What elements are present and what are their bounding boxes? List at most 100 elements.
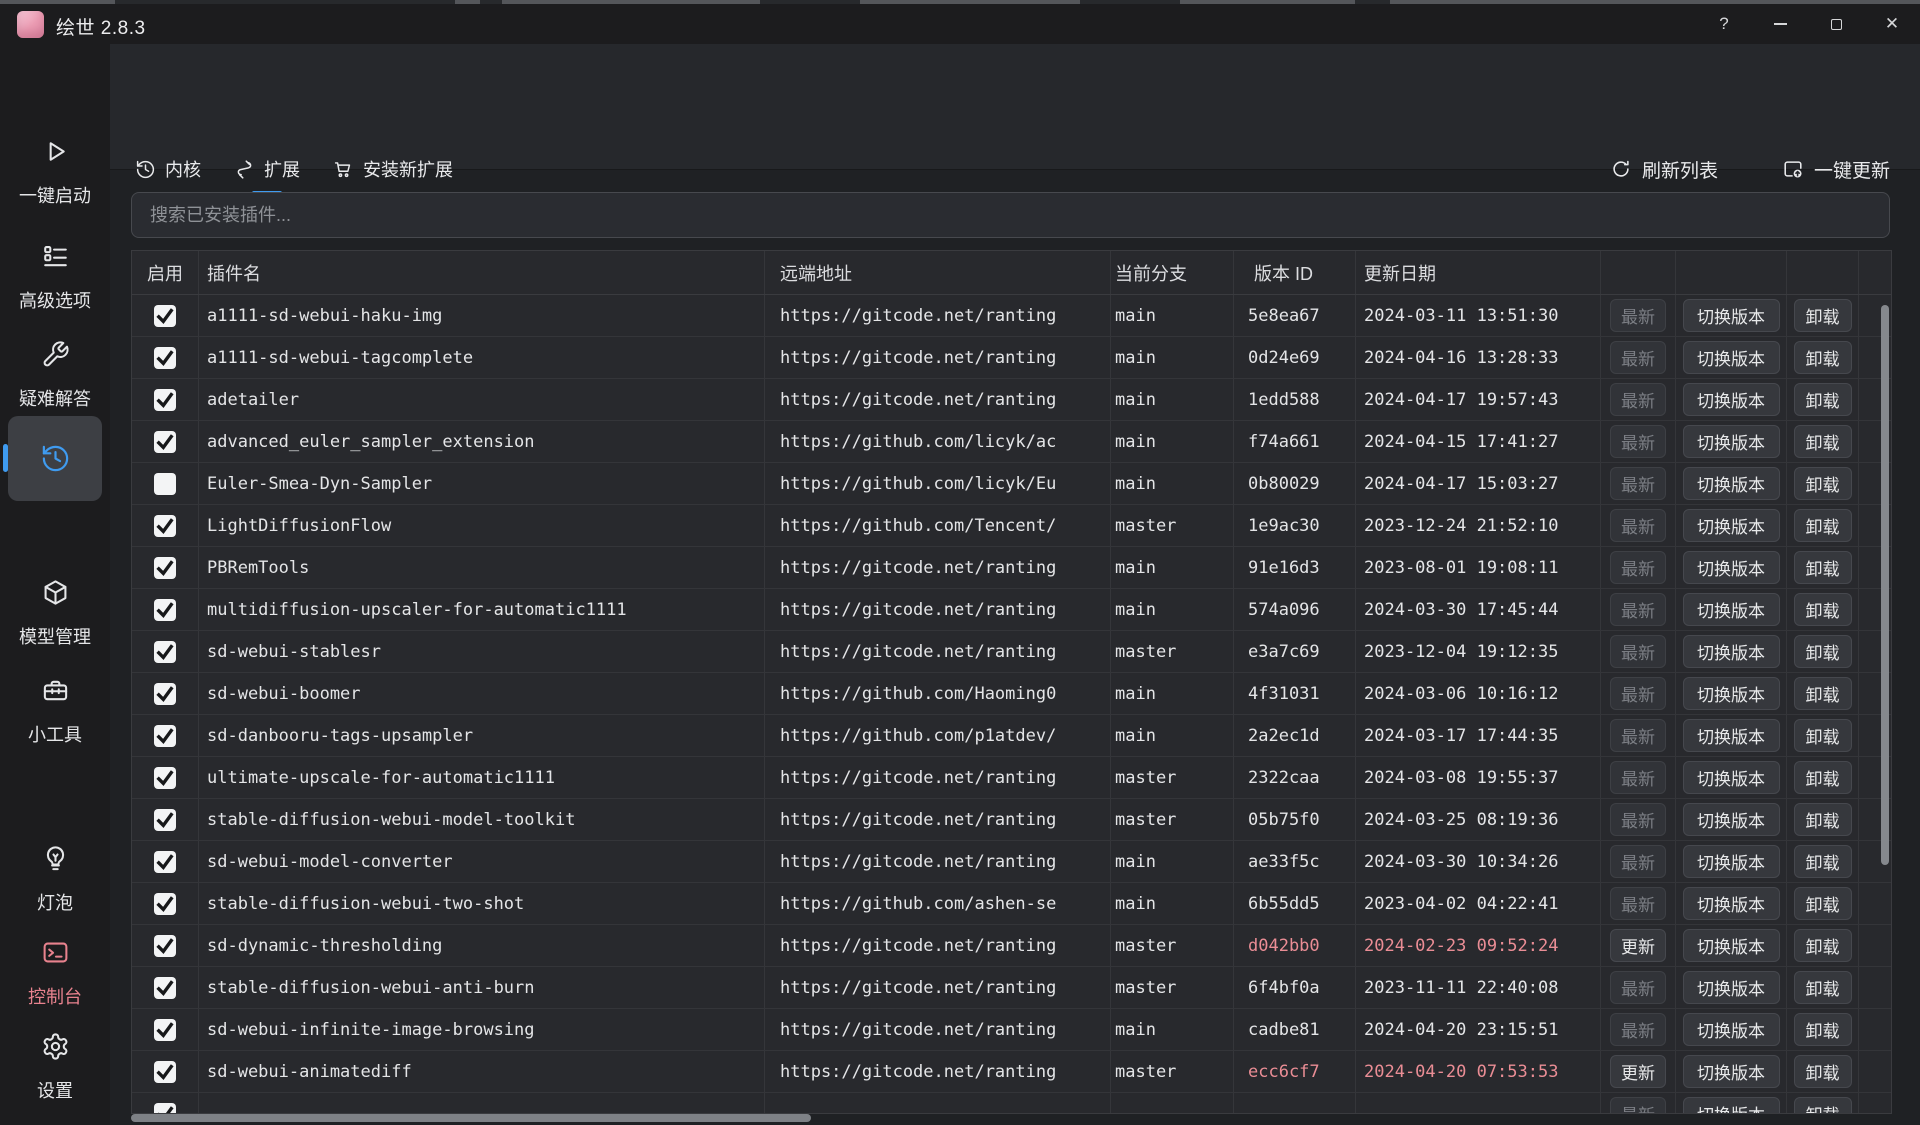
status-button[interactable]: 最新 bbox=[1610, 635, 1666, 668]
status-button[interactable]: 最新 bbox=[1610, 761, 1666, 794]
vertical-scrollbar[interactable] bbox=[1881, 305, 1889, 865]
switch-version-button[interactable]: 切换版本 bbox=[1683, 509, 1780, 542]
status-button[interactable]: 最新 bbox=[1610, 509, 1666, 542]
status-button[interactable]: 最新 bbox=[1610, 887, 1666, 920]
sidebar-item-lightbulb[interactable]: 灯泡 bbox=[0, 844, 110, 915]
sidebar-item-model-management[interactable]: 模型管理 bbox=[0, 578, 110, 649]
status-button[interactable]: 最新 bbox=[1610, 383, 1666, 416]
status-button[interactable]: 最新 bbox=[1610, 467, 1666, 500]
enabled-checkbox[interactable] bbox=[154, 599, 176, 621]
uninstall-button[interactable]: 卸载 bbox=[1794, 803, 1852, 836]
uninstall-button[interactable]: 卸载 bbox=[1794, 677, 1852, 710]
status-button[interactable]: 更新 bbox=[1610, 1055, 1666, 1088]
uninstall-button[interactable]: 卸载 bbox=[1794, 383, 1852, 416]
enabled-checkbox[interactable] bbox=[154, 893, 176, 915]
uninstall-button[interactable]: 卸载 bbox=[1794, 1097, 1852, 1113]
status-button[interactable]: 最新 bbox=[1610, 845, 1666, 878]
enabled-checkbox[interactable] bbox=[154, 431, 176, 453]
enabled-checkbox[interactable] bbox=[154, 557, 176, 579]
sidebar-item-launch[interactable]: 一键启动 bbox=[0, 137, 110, 208]
tab-kernel[interactable]: 内核 bbox=[135, 146, 201, 192]
switch-version-button[interactable]: 切换版本 bbox=[1683, 425, 1780, 458]
switch-version-button[interactable]: 切换版本 bbox=[1683, 719, 1780, 752]
enabled-checkbox[interactable] bbox=[154, 1103, 176, 1114]
uninstall-button[interactable]: 卸载 bbox=[1794, 299, 1852, 332]
sidebar-item-troubleshoot[interactable]: 疑难解答 bbox=[0, 340, 110, 411]
enabled-checkbox[interactable] bbox=[154, 347, 176, 369]
enabled-checkbox[interactable] bbox=[154, 305, 176, 327]
sidebar-item-settings[interactable]: 设置 bbox=[0, 1032, 110, 1103]
enabled-checkbox[interactable] bbox=[154, 641, 176, 663]
switch-version-button[interactable]: 切换版本 bbox=[1683, 761, 1780, 794]
refresh-list-button[interactable]: 刷新列表 bbox=[1610, 156, 1718, 183]
enabled-checkbox[interactable] bbox=[154, 683, 176, 705]
enabled-checkbox[interactable] bbox=[154, 977, 176, 999]
tab-install-new-extension[interactable]: 安装新扩展 bbox=[333, 146, 453, 192]
status-button[interactable]: 最新 bbox=[1610, 803, 1666, 836]
close-button[interactable]: ✕ bbox=[1864, 4, 1920, 44]
switch-version-button[interactable]: 切换版本 bbox=[1683, 971, 1780, 1004]
switch-version-button[interactable]: 切换版本 bbox=[1683, 1013, 1780, 1046]
uninstall-button[interactable]: 卸载 bbox=[1794, 593, 1852, 626]
uninstall-button[interactable]: 卸载 bbox=[1794, 1013, 1852, 1046]
enabled-checkbox[interactable] bbox=[154, 809, 176, 831]
switch-version-button[interactable]: 切换版本 bbox=[1683, 299, 1780, 332]
uninstall-button[interactable]: 卸载 bbox=[1794, 719, 1852, 752]
status-button[interactable]: 最新 bbox=[1610, 719, 1666, 752]
uninstall-button[interactable]: 卸载 bbox=[1794, 761, 1852, 794]
uninstall-button[interactable]: 卸载 bbox=[1794, 551, 1852, 584]
switch-version-button[interactable]: 切换版本 bbox=[1683, 845, 1780, 878]
help-button[interactable]: ? bbox=[1696, 4, 1752, 44]
enabled-checkbox[interactable] bbox=[154, 515, 176, 537]
status-button[interactable]: 最新 bbox=[1610, 425, 1666, 458]
status-button[interactable]: 最新 bbox=[1610, 593, 1666, 626]
status-button[interactable]: 最新 bbox=[1610, 1097, 1666, 1113]
enabled-checkbox[interactable] bbox=[154, 935, 176, 957]
tab-extensions[interactable]: 扩展 bbox=[234, 146, 300, 192]
enabled-checkbox[interactable] bbox=[154, 1019, 176, 1041]
uninstall-button[interactable]: 卸载 bbox=[1794, 887, 1852, 920]
sidebar-item-advanced-options[interactable]: 高级选项 bbox=[0, 242, 110, 313]
uninstall-button[interactable]: 卸载 bbox=[1794, 425, 1852, 458]
sidebar-item-version-management[interactable] bbox=[8, 416, 102, 501]
enabled-checkbox[interactable] bbox=[154, 851, 176, 873]
enabled-checkbox[interactable] bbox=[154, 1061, 176, 1083]
sidebar-item-small-tools[interactable]: 小工具 bbox=[0, 676, 110, 747]
status-button[interactable]: 最新 bbox=[1610, 971, 1666, 1004]
uninstall-button[interactable]: 卸载 bbox=[1794, 467, 1852, 500]
update-all-button[interactable]: 一键更新 bbox=[1782, 156, 1890, 183]
search-input[interactable] bbox=[131, 192, 1890, 238]
status-button[interactable]: 最新 bbox=[1610, 1013, 1666, 1046]
switch-version-button[interactable]: 切换版本 bbox=[1683, 1055, 1780, 1088]
maximize-button[interactable] bbox=[1808, 4, 1864, 44]
status-button[interactable]: 最新 bbox=[1610, 677, 1666, 710]
status-button[interactable]: 最新 bbox=[1610, 299, 1666, 332]
switch-version-button[interactable]: 切换版本 bbox=[1683, 551, 1780, 584]
uninstall-button[interactable]: 卸载 bbox=[1794, 929, 1852, 962]
switch-version-button[interactable]: 切换版本 bbox=[1683, 341, 1780, 374]
switch-version-button[interactable]: 切换版本 bbox=[1683, 1097, 1780, 1113]
switch-version-button[interactable]: 切换版本 bbox=[1683, 803, 1780, 836]
uninstall-button[interactable]: 卸载 bbox=[1794, 1055, 1852, 1088]
enabled-checkbox[interactable] bbox=[154, 389, 176, 411]
uninstall-button[interactable]: 卸载 bbox=[1794, 635, 1852, 668]
enabled-checkbox[interactable] bbox=[154, 767, 176, 789]
status-button[interactable]: 最新 bbox=[1610, 341, 1666, 374]
minimize-button[interactable] bbox=[1752, 4, 1808, 44]
uninstall-button[interactable]: 卸载 bbox=[1794, 341, 1852, 374]
switch-version-button[interactable]: 切换版本 bbox=[1683, 887, 1780, 920]
switch-version-button[interactable]: 切换版本 bbox=[1683, 467, 1780, 500]
status-button[interactable]: 更新 bbox=[1610, 929, 1666, 962]
switch-version-button[interactable]: 切换版本 bbox=[1683, 677, 1780, 710]
uninstall-button[interactable]: 卸载 bbox=[1794, 845, 1852, 878]
horizontal-scrollbar[interactable] bbox=[131, 1114, 811, 1122]
uninstall-button[interactable]: 卸载 bbox=[1794, 509, 1852, 542]
sidebar-item-console[interactable]: 控制台 bbox=[0, 938, 110, 1009]
uninstall-button[interactable]: 卸载 bbox=[1794, 971, 1852, 1004]
enabled-checkbox[interactable] bbox=[154, 473, 176, 495]
enabled-checkbox[interactable] bbox=[154, 725, 176, 747]
switch-version-button[interactable]: 切换版本 bbox=[1683, 929, 1780, 962]
switch-version-button[interactable]: 切换版本 bbox=[1683, 593, 1780, 626]
switch-version-button[interactable]: 切换版本 bbox=[1683, 383, 1780, 416]
switch-version-button[interactable]: 切换版本 bbox=[1683, 635, 1780, 668]
